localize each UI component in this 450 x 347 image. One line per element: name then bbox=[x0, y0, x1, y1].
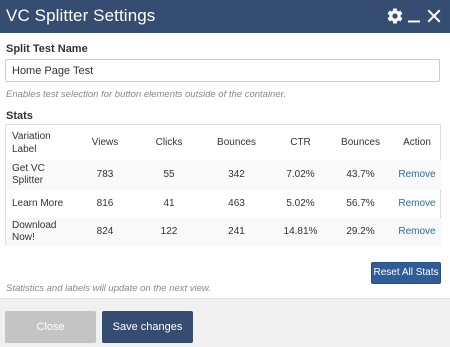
variation-label: Learn More bbox=[12, 198, 64, 209]
split-test-name-input[interactable] bbox=[5, 59, 440, 82]
variation-label: Get VC Splitter bbox=[12, 163, 45, 186]
gear-icon[interactable] bbox=[386, 7, 404, 25]
save-changes-button[interactable]: Save changes bbox=[102, 311, 193, 343]
table-row: Get VC Splitter 783 55 342 7.02% 43.7% R… bbox=[6, 160, 442, 190]
bounce-rate-value: 29.2% bbox=[346, 226, 375, 237]
reset-all-stats-button[interactable]: Reset All Stats bbox=[371, 262, 441, 284]
header-bounce-rate: Bounces bbox=[341, 137, 380, 148]
stats-table-container: Variation Label Views Clicks Bounces CTR… bbox=[5, 124, 442, 246]
table-row: Learn More 816 41 463 5.02% 56.7% Remove bbox=[6, 190, 442, 218]
stats-table: Variation Label Views Clicks Bounces CTR… bbox=[6, 125, 442, 246]
variation-label: Download Now! bbox=[12, 220, 57, 243]
table-row: Download Now! 824 122 241 14.81% 29.2% R… bbox=[6, 218, 442, 246]
bounces-value: 241 bbox=[228, 226, 245, 237]
stats-note: Statistics and labels will update on the… bbox=[6, 283, 211, 294]
minimize-icon[interactable] bbox=[405, 7, 423, 25]
header-action: Action bbox=[403, 137, 431, 148]
bounce-rate-value: 56.7% bbox=[346, 198, 375, 209]
remove-link[interactable]: Remove bbox=[398, 198, 435, 209]
stats-header-row: Variation Label Views Clicks Bounces CTR… bbox=[6, 125, 442, 160]
ctr-value: 7.02% bbox=[286, 169, 315, 180]
bounces-value: 463 bbox=[228, 198, 245, 209]
bounces-value: 342 bbox=[228, 169, 245, 180]
split-test-name-label: Split Test Name bbox=[6, 43, 88, 55]
ctr-value: 5.02% bbox=[286, 198, 315, 209]
stats-label: Stats bbox=[6, 110, 33, 122]
header-bounces: Bounces bbox=[217, 137, 256, 148]
clicks-value: 41 bbox=[163, 198, 175, 209]
close-icon[interactable] bbox=[425, 7, 443, 25]
clicks-value: 122 bbox=[160, 226, 178, 237]
header-clicks: Clicks bbox=[155, 137, 183, 148]
close-button[interactable]: Close bbox=[5, 311, 96, 343]
remove-link[interactable]: Remove bbox=[398, 169, 435, 180]
dialog-footer: Close Save changes bbox=[0, 298, 450, 347]
views-value: 816 bbox=[96, 198, 114, 209]
bounce-rate-value: 43.7% bbox=[346, 169, 375, 180]
remove-link[interactable]: Remove bbox=[398, 226, 435, 237]
split-test-help-text: Enables test selection for button elemen… bbox=[6, 89, 287, 100]
dialog-title: VC Splitter Settings bbox=[6, 6, 156, 25]
ctr-value: 14.81% bbox=[283, 226, 318, 237]
header-variation-label: Variation Label bbox=[12, 130, 51, 155]
header-views: Views bbox=[91, 137, 119, 148]
dialog-titlebar: VC Splitter Settings bbox=[0, 0, 450, 33]
views-value: 824 bbox=[96, 226, 114, 237]
views-value: 783 bbox=[96, 169, 114, 180]
header-ctr: CTR bbox=[290, 137, 311, 148]
clicks-value: 55 bbox=[163, 169, 175, 180]
